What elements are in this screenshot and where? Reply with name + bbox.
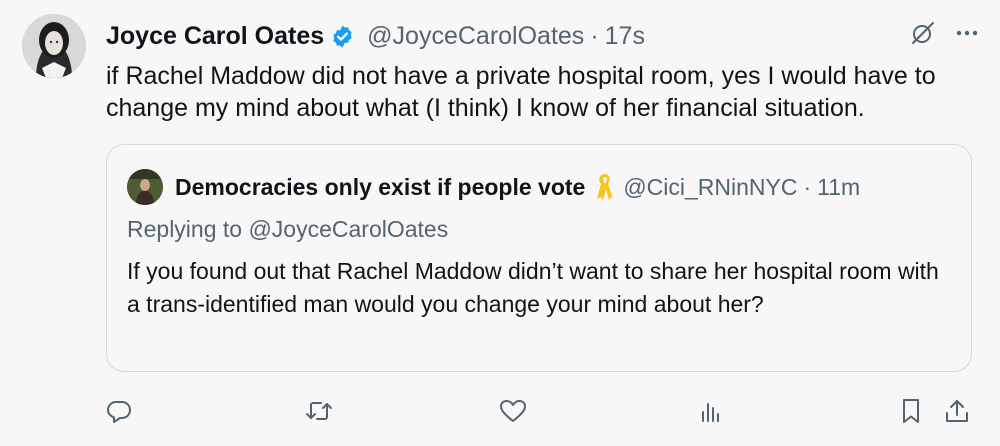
bookmark-icon[interactable]	[894, 394, 928, 428]
quoted-header: Democracies only exist if people vote @C…	[175, 169, 860, 205]
reply-icon[interactable]	[102, 394, 136, 428]
retweet-icon[interactable]	[302, 394, 336, 428]
quoted-text: If you found out that Rachel Maddow didn…	[127, 258, 939, 317]
views-icon[interactable]	[694, 394, 728, 428]
share-icon[interactable]	[940, 394, 974, 428]
grok-icon[interactable]	[910, 20, 936, 53]
separator-dot: ·	[803, 173, 812, 200]
quoted-author-avatar[interactable]	[127, 169, 163, 205]
quoted-author-name[interactable]: Democracies only exist if people vote	[175, 174, 585, 201]
ribbon-icon	[595, 172, 615, 202]
author-avatar[interactable]	[22, 14, 86, 78]
tweet-header: Joyce Carol Oates @JoyceCarolOates · 17s	[106, 18, 980, 54]
more-icon[interactable]	[954, 20, 980, 53]
author-name[interactable]: Joyce Carol Oates	[106, 22, 324, 51]
author-handle[interactable]: @JoyceCarolOates	[367, 22, 584, 51]
like-icon[interactable]	[496, 394, 530, 428]
quoted-tweet[interactable]: Democracies only exist if people vote @C…	[106, 144, 972, 372]
replying-to[interactable]: Replying to @JoyceCarolOates	[127, 213, 448, 245]
quoted-author-handle[interactable]: @Cici_RNinNYC	[623, 174, 797, 201]
verified-badge-icon	[330, 24, 355, 49]
tweet-text: if Rachel Maddow did not have a private …	[106, 62, 936, 122]
tweet-timestamp[interactable]: 17s	[605, 22, 645, 51]
quoted-timestamp[interactable]: 11m	[817, 174, 860, 201]
separator-dot: ·	[590, 21, 599, 50]
action-bar	[106, 394, 972, 428]
